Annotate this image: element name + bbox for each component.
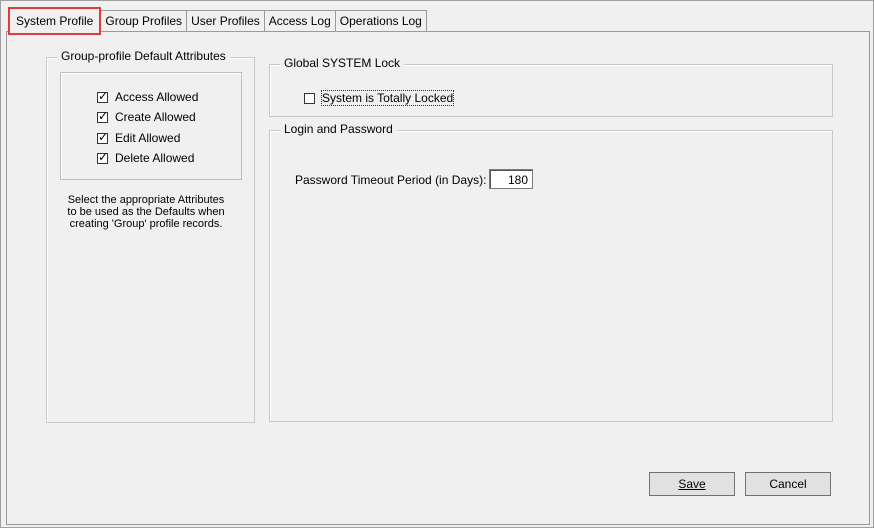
login-password-group: Login and Password Password Timeout Peri… [269,122,833,422]
save-button[interactable]: Save [649,472,735,496]
save-button-label: Save [678,477,706,491]
hint-line: to be used as the Defaults when [67,206,225,218]
password-timeout-input[interactable]: 180 [489,169,533,189]
group-profile-attributes-title: Group-profile Default Attributes [57,49,230,63]
delete-allowed-checkbox[interactable]: ✓ [97,149,109,164]
create-allowed-option[interactable]: ✓ Create Allowed [97,109,196,125]
password-timeout-label: Password Timeout Period (in Days): [295,173,487,187]
check-icon: ✓ [98,129,109,144]
system-profile-tab-page: Group-profile Default Attributes ✓ Acces… [6,31,870,525]
tab-group-profiles[interactable]: Group Profiles [100,10,188,31]
tab-access-log[interactable]: Access Log [263,10,336,31]
tab-strip: System Profile Group Profiles User Profi… [8,7,427,35]
hint-line: Select the appropriate Attributes [67,194,225,206]
attributes-frame: ✓ Access Allowed ✓ Create Allowed ✓ Edit… [60,72,242,180]
system-locked-option[interactable]: System is Totally Locked [304,90,455,106]
edit-allowed-label: Edit Allowed [115,131,181,145]
check-icon: ✓ [98,88,109,103]
create-allowed-checkbox[interactable]: ✓ [97,108,109,123]
system-locked-label: System is Totally Locked [320,90,455,106]
hint-line: creating 'Group' profile records. [69,218,223,230]
cancel-button-label: Cancel [769,477,807,491]
tab-user-profiles[interactable]: User Profiles [186,10,265,31]
delete-allowed-option[interactable]: ✓ Delete Allowed [97,150,194,166]
login-password-title: Login and Password [280,122,397,136]
group-profile-attributes-group: Group-profile Default Attributes ✓ Acces… [46,49,255,423]
access-allowed-checkbox[interactable]: ✓ [97,88,109,103]
check-icon: ✓ [98,149,109,164]
access-allowed-label: Access Allowed [115,90,199,104]
check-icon: ✓ [98,108,109,123]
system-locked-checkbox[interactable] [304,92,315,104]
attributes-hint-text: Select the appropriate Attributes to be … [61,194,231,230]
cancel-button[interactable]: Cancel [745,472,831,496]
delete-allowed-label: Delete Allowed [115,151,195,165]
tab-system-profile[interactable]: System Profile [8,7,102,35]
create-allowed-label: Create Allowed [115,110,196,124]
global-system-lock-title: Global SYSTEM Lock [280,56,405,70]
tab-operations-log[interactable]: Operations Log [334,10,427,31]
system-profile-dialog: System Profile Group Profiles User Profi… [0,0,874,528]
edit-allowed-option[interactable]: ✓ Edit Allowed [97,130,180,146]
access-allowed-option[interactable]: ✓ Access Allowed [97,89,198,105]
global-system-lock-group: Global SYSTEM Lock System is Totally Loc… [269,56,833,117]
edit-allowed-checkbox[interactable]: ✓ [97,129,109,144]
